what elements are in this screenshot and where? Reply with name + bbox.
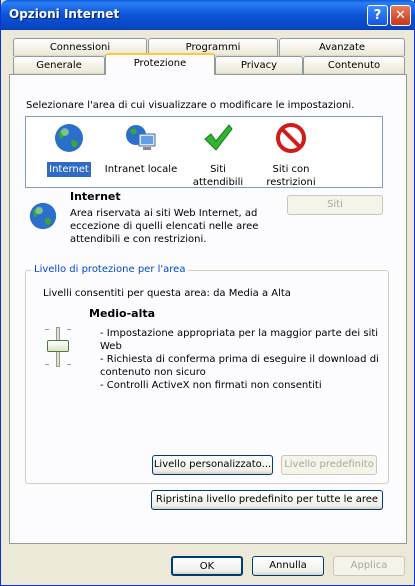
security-group-title: Livello di protezione per l'area (31, 264, 189, 275)
zone-intranet-locale[interactable]: Intranet locale (101, 121, 181, 177)
globe-icon (29, 202, 57, 230)
level-description-line: - Impostazione appropriata per la maggio… (100, 328, 379, 339)
apply-button[interactable]: Applica (333, 556, 405, 576)
cancel-button[interactable]: Annulla (252, 556, 324, 576)
slider-tick (45, 329, 49, 330)
zone-info-desc: Area riservata ai siti Web Internet, ad (70, 208, 258, 219)
default-level-button[interactable]: Livello predefinito (281, 455, 377, 475)
zone-label: Internet (47, 162, 91, 177)
zone-label: Siti con restrizioni (266, 164, 316, 188)
slider-tick (67, 364, 71, 365)
zone-label: Siti attendibili (192, 164, 244, 188)
zone-info-desc: eccezione di quelli elencati nelle aree (70, 221, 259, 232)
globe-icon (55, 124, 83, 152)
zone-list[interactable]: Internet Intranet locale Siti attendibil (25, 116, 383, 188)
security-level-name: Medio-alta (89, 307, 156, 320)
level-description-line: Web (100, 341, 122, 352)
reset-all-zones-button[interactable]: Ripristina livello predefinito per tutte… (151, 490, 383, 510)
zone-siti-con-restrizioni[interactable]: Siti con restrizioni (258, 121, 324, 190)
level-description-line: - Controlli ActiveX non firmati non cons… (100, 380, 322, 391)
ok-button[interactable]: OK (171, 556, 243, 576)
zone-info-desc: attendibili e con restrizioni. (70, 234, 207, 245)
intranet-icon (126, 125, 156, 150)
zone-label: Intranet locale (104, 164, 178, 175)
checkmark-icon (204, 124, 233, 151)
sites-button[interactable]: Siti (287, 195, 383, 215)
custom-level-button[interactable]: Livello personalizzato... (152, 455, 273, 475)
slider-tick (45, 364, 49, 365)
level-description-line: - Richiesta di conferma prima di eseguir… (100, 354, 379, 365)
zone-info-title: Internet (70, 190, 121, 203)
level-description-line: contenuto non sicuro (100, 367, 206, 378)
slider-tick (67, 329, 71, 330)
zone-siti-attendibili[interactable]: Siti attendibili (182, 121, 254, 190)
zone-instruction: Selezionare l'area di cui visualizzare o… (26, 100, 355, 111)
zone-internet[interactable]: Internet (34, 121, 104, 177)
allowed-levels-text: Livelli consentiti per questa area: da M… (43, 288, 291, 299)
dialog-window: Opzioni Internet ? ✕ Connessioni Program… (0, 0, 415, 586)
security-level-group (25, 270, 389, 484)
security-slider-thumb[interactable] (47, 340, 69, 352)
restricted-icon (276, 123, 306, 153)
